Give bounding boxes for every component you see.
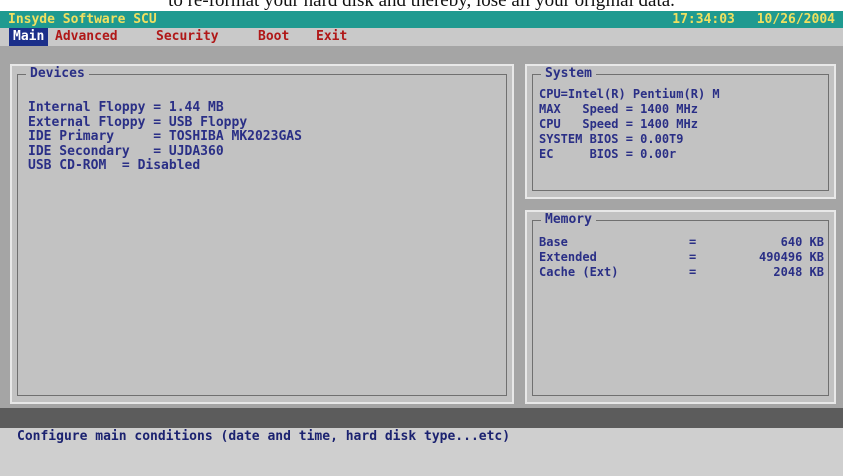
- system-max-speed: MAX Speed = 1400 MHz: [539, 102, 698, 116]
- memory-base-value: 640 KB: [780, 235, 824, 249]
- system-cpu-speed: CPU Speed = 1400 MHz: [539, 117, 698, 131]
- memory-cache-label: Cache (Ext): [539, 265, 619, 279]
- app-title: Insyde Software SCU: [8, 12, 157, 27]
- equals-sign: =: [689, 250, 697, 264]
- memory-extended-label: Extended: [539, 250, 597, 264]
- menu-boot[interactable]: Boot: [254, 28, 293, 46]
- main-area: Devices Internal Floppy = 1.44 MB Extern…: [0, 46, 843, 408]
- document-caption: to re-format your hard disk and thereby,…: [0, 0, 843, 11]
- memory-base-row: Base = 640 KB: [539, 235, 824, 250]
- ec-bios: EC BIOS = 0.00r: [539, 147, 677, 161]
- system-bios: SYSTEM BIOS = 0.00T9: [539, 132, 684, 146]
- devices-list: Internal Floppy = 1.44 MB External Flopp…: [28, 100, 302, 174]
- device-ide-secondary[interactable]: IDE Secondary = UJDA360: [28, 144, 302, 160]
- memory-frame: Memory Base = 640 KB Extended = 490496 K…: [532, 213, 829, 396]
- memory-title: Memory: [541, 213, 596, 227]
- status-message: Configure main conditions (date and time…: [17, 429, 511, 444]
- memory-list: Base = 640 KB Extended = 490496 KB Cache…: [539, 235, 824, 280]
- system-time: 17:34:03: [672, 12, 735, 27]
- memory-base-label: Base: [539, 235, 568, 249]
- bottom-band: [0, 408, 843, 428]
- memory-cache-value: 2048 KB: [773, 265, 824, 279]
- equals-sign: =: [689, 265, 697, 279]
- system-date: 10/26/2004: [756, 12, 835, 27]
- menu-bar: Main Advanced Security Boot Exit: [0, 28, 843, 46]
- system-title: System: [541, 67, 596, 81]
- menu-security[interactable]: Security: [152, 28, 223, 46]
- status-bar: Configure main conditions (date and time…: [0, 428, 843, 476]
- menu-exit[interactable]: Exit: [312, 28, 351, 46]
- device-usb-cdrom[interactable]: USB CD-ROM = Disabled: [28, 158, 302, 174]
- memory-extended-value: 490496 KB: [758, 250, 824, 264]
- system-list: CPU=Intel(R) Pentium(R) M MAX Speed = 14…: [539, 87, 720, 162]
- equals-sign: =: [689, 235, 697, 249]
- memory-cache-row: Cache (Ext) = 2048 KB: [539, 265, 824, 280]
- system-frame: System CPU=Intel(R) Pentium(R) M MAX Spe…: [532, 67, 829, 191]
- memory-panel: Memory Base = 640 KB Extended = 490496 K…: [525, 210, 836, 404]
- devices-panel: Devices Internal Floppy = 1.44 MB Extern…: [10, 64, 514, 404]
- clock: 17:34:03 10/26/2004: [658, 11, 835, 28]
- memory-extended-row: Extended = 490496 KB: [539, 250, 824, 265]
- menu-advanced[interactable]: Advanced: [51, 28, 122, 46]
- system-cpu: CPU=Intel(R) Pentium(R) M: [539, 87, 720, 101]
- devices-frame: Devices Internal Floppy = 1.44 MB Extern…: [17, 67, 507, 396]
- devices-title: Devices: [26, 67, 89, 81]
- system-panel: System CPU=Intel(R) Pentium(R) M MAX Spe…: [525, 64, 836, 199]
- device-external-floppy[interactable]: External Floppy = USB Floppy: [28, 115, 302, 131]
- device-ide-primary[interactable]: IDE Primary = TOSHIBA MK2023GAS: [28, 129, 302, 145]
- title-bar: Insyde Software SCU 17:34:03 10/26/2004: [0, 11, 843, 28]
- device-internal-floppy[interactable]: Internal Floppy = 1.44 MB: [28, 100, 302, 116]
- menu-main[interactable]: Main: [9, 28, 49, 46]
